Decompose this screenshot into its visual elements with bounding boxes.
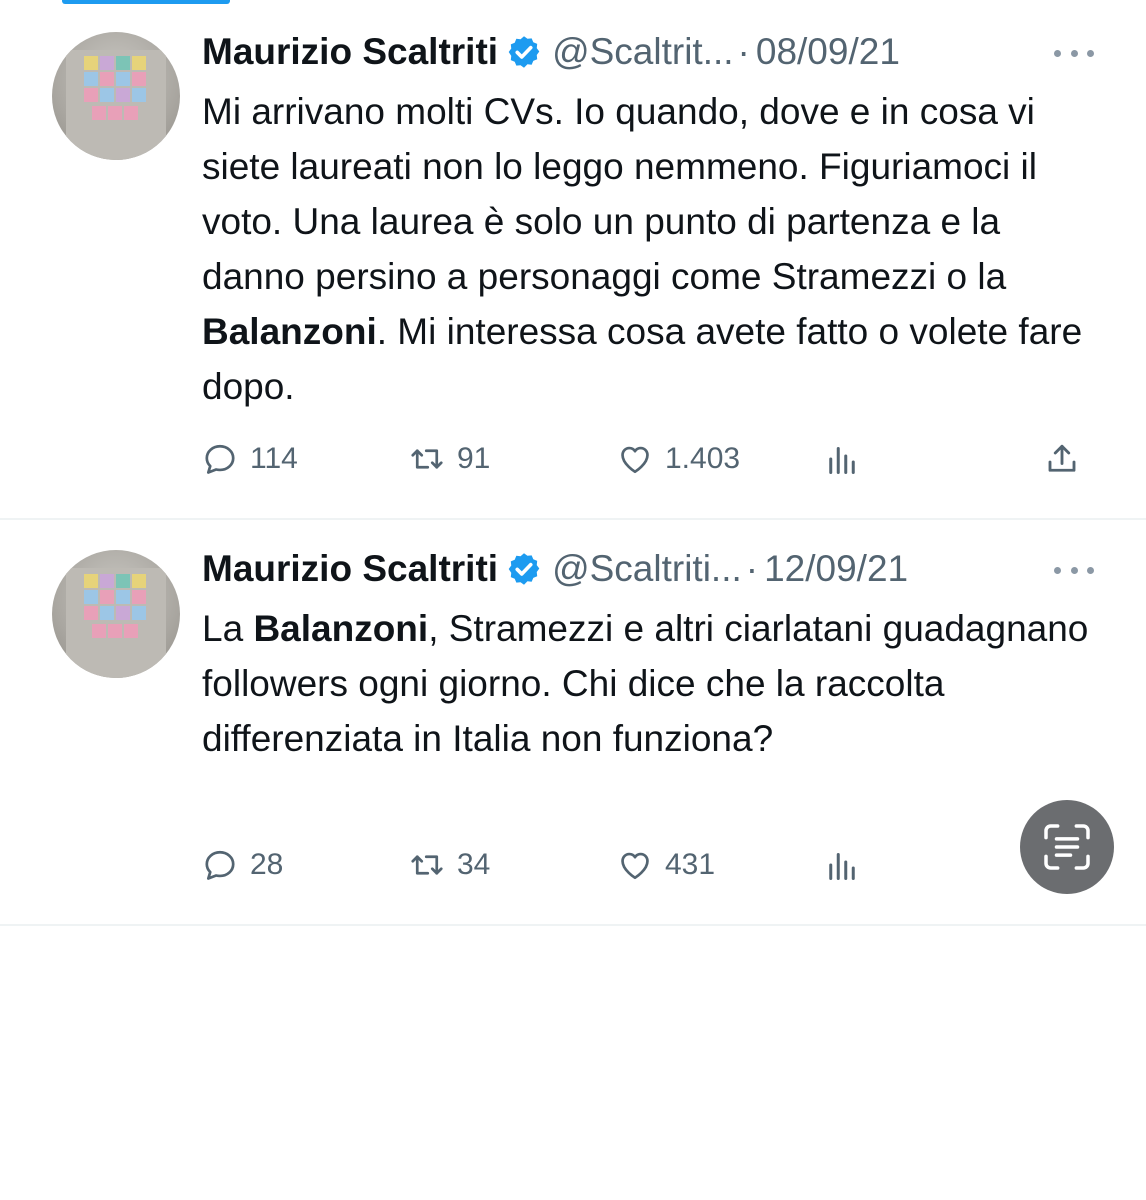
- like-count: 431: [665, 848, 716, 881]
- reply-count: 28: [250, 848, 284, 881]
- tweet-text-part: La: [202, 608, 254, 649]
- reply-icon: [205, 444, 235, 474]
- tweet-actions: 114 91 1.403: [202, 437, 1092, 481]
- tweet-date[interactable]: 12/09/21: [764, 548, 908, 590]
- author-name[interactable]: Maurizio Scaltriti: [202, 31, 498, 73]
- like-count: 1.403: [665, 442, 741, 475]
- author-handle[interactable]: @Scaltrit...: [552, 31, 733, 73]
- text-scan-button[interactable]: [1020, 800, 1114, 894]
- tweet-text-bold: Balanzoni: [202, 311, 377, 352]
- tweet-actions: 28 34 431: [202, 843, 1092, 887]
- tweet[interactable]: Maurizio Scaltriti @Scaltrit... · 08/09/…: [0, 0, 1146, 520]
- separator-dot: ·: [745, 548, 759, 589]
- reply-count: 114: [250, 442, 298, 475]
- avatar-periodic-table-image: [66, 568, 166, 678]
- author-handle[interactable]: @Scaltriti...: [552, 548, 742, 590]
- tweet-header: Maurizio Scaltriti @Scaltrit... · 08/09/…: [202, 27, 900, 77]
- views-icon: [829, 853, 855, 880]
- tweet-text: La Balanzoni, Stramezzi e altri ciarlata…: [202, 601, 1102, 766]
- retweet-count: 34: [457, 848, 491, 881]
- like-button[interactable]: 1.403: [617, 437, 740, 481]
- share-button[interactable]: [1044, 437, 1092, 481]
- tweet-text: Mi arrivano molti CVs. Io quando, dove e…: [202, 84, 1102, 414]
- like-button[interactable]: 431: [617, 843, 715, 887]
- views-icon: [829, 447, 855, 474]
- heart-icon: [621, 446, 649, 474]
- retweet-icon: [411, 449, 443, 469]
- author-name[interactable]: Maurizio Scaltriti: [202, 548, 498, 590]
- retweet-button[interactable]: 91: [409, 437, 490, 481]
- reply-icon: [205, 850, 235, 880]
- more-options-icon[interactable]: [1054, 43, 1094, 63]
- views-button[interactable]: [824, 437, 872, 481]
- retweet-button[interactable]: 34: [409, 843, 490, 887]
- avatar[interactable]: [52, 32, 180, 160]
- separator-dot: ·: [737, 31, 750, 72]
- tweet[interactable]: Maurizio Scaltriti @Scaltriti... · 12/09…: [0, 520, 1146, 926]
- tweet-date[interactable]: 08/09/21: [756, 31, 900, 73]
- views-button[interactable]: [824, 843, 872, 887]
- avatar-periodic-table-image: [66, 50, 166, 160]
- heart-icon: [621, 852, 649, 880]
- reply-button[interactable]: 114: [202, 437, 298, 481]
- tweet-text-bold: Balanzoni: [253, 608, 429, 649]
- reply-button[interactable]: 28: [202, 843, 283, 887]
- retweet-icon: [411, 855, 443, 875]
- more-options-icon[interactable]: [1054, 560, 1094, 580]
- verified-badge-icon: [508, 553, 540, 585]
- text-scan-icon: [1044, 824, 1090, 870]
- tweet-text-part: Mi arrivano molti CVs. Io quando, dove e…: [202, 91, 1037, 297]
- retweet-count: 91: [457, 442, 491, 475]
- avatar[interactable]: [52, 550, 180, 678]
- tweet-header: Maurizio Scaltriti @Scaltriti... · 12/09…: [202, 544, 908, 594]
- verified-badge-icon: [508, 36, 540, 68]
- share-icon: [1048, 444, 1076, 472]
